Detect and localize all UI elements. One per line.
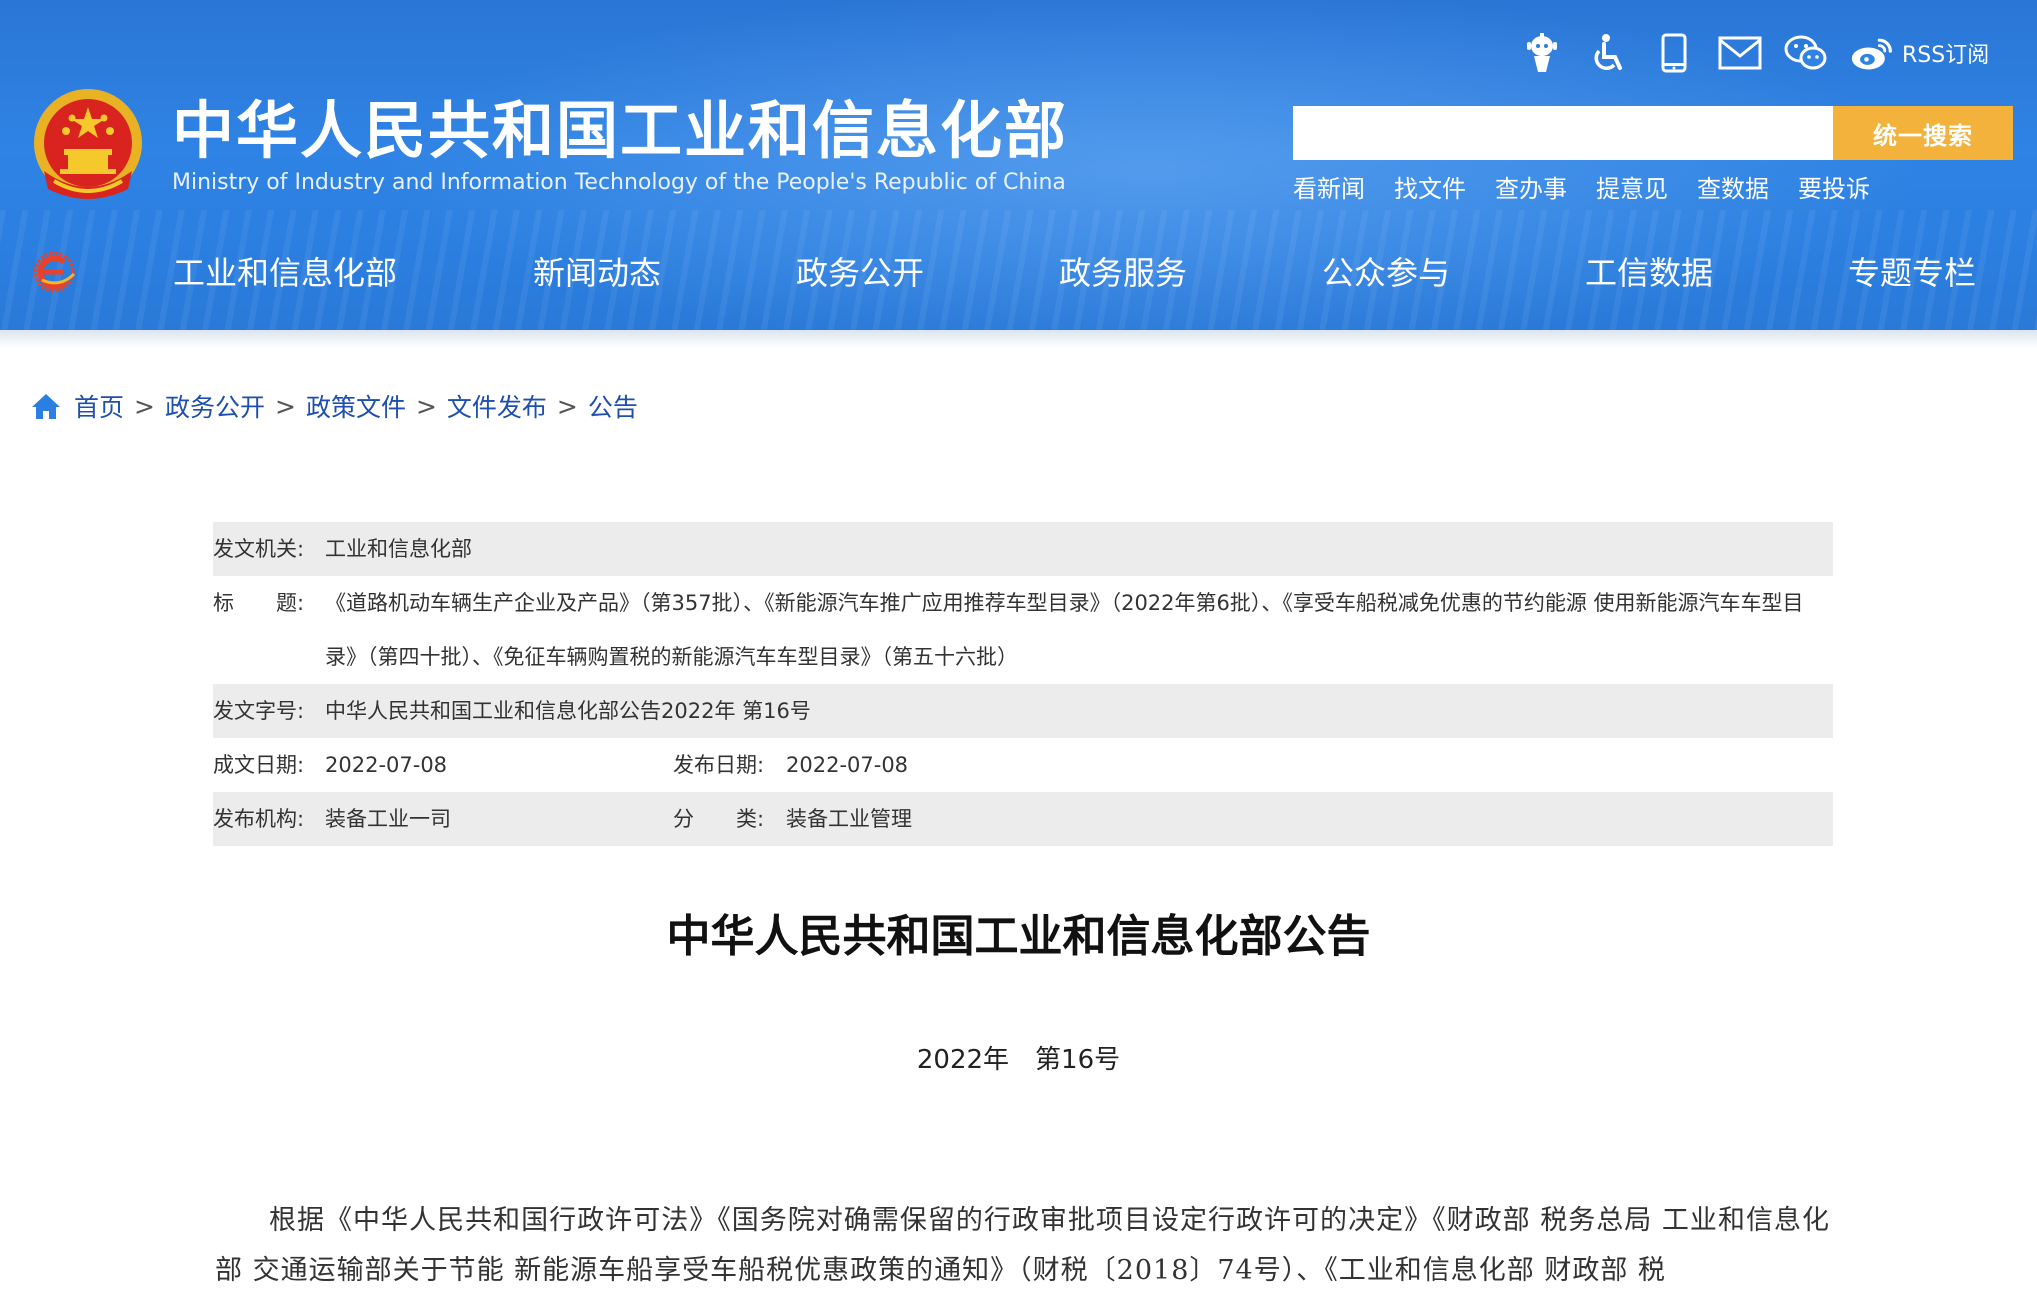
doc-number-value: 中华人民共和国工业和信息化部公告2022年 第16号: [325, 699, 811, 723]
meta-row-dates: 成文日期: 2022-07-08 发布日期: 2022-07-08: [213, 738, 1833, 792]
breadcrumb-gov-affairs[interactable]: 政务公开: [165, 388, 265, 424]
quick-link-data[interactable]: 查数据: [1697, 172, 1769, 206]
mobile-icon[interactable]: [1652, 31, 1696, 75]
quick-link-services[interactable]: 查办事: [1495, 172, 1567, 206]
title-value: 《道路机动车辆生产企业及产品》（第357批）、《新能源汽车推广应用推荐车型目录》…: [325, 591, 1804, 669]
home-icon[interactable]: [30, 391, 62, 421]
quick-link-news[interactable]: 看新闻: [1293, 172, 1365, 206]
published-date-value: 2022-07-08: [786, 753, 909, 777]
nav-gov-affairs[interactable]: 政务公开: [796, 245, 924, 301]
doc-number-label: 发文字号:: [213, 699, 305, 723]
org-value: 装备工业一司: [325, 807, 451, 831]
nav-miit[interactable]: 工业和信息化部: [173, 245, 397, 301]
utility-bar: RSS订阅: [1520, 30, 1989, 76]
meta-row-issuer: 发文机关: 工业和信息化部: [213, 522, 1833, 576]
document-title: 中华人民共和国工业和信息化部公告: [666, 911, 1371, 962]
meta-row-title: 标 题: 《道路机动车辆生产企业及产品》（第357批）、《新能源汽车推广应用推荐…: [213, 576, 1833, 684]
issuer-label: 发文机关:: [213, 537, 305, 561]
created-date-value: 2022-07-08: [325, 753, 448, 777]
nav-news[interactable]: 新闻动态: [533, 245, 661, 301]
document-number: 2022年 第16号: [916, 1045, 1121, 1075]
breadcrumb-file-release[interactable]: 文件发布: [447, 388, 547, 424]
nav-data[interactable]: 工信数据: [1585, 245, 1713, 301]
breadcrumb-separator: >: [274, 391, 296, 421]
breadcrumb-separator: >: [415, 391, 437, 421]
weibo-icon[interactable]: [1850, 31, 1894, 75]
site-header: 中华人民共和国工业和信息化部 Ministry of Industry and …: [0, 0, 2037, 330]
document-body: 根据《中华人民共和国行政许可法》《国务院对确需保留的行政审批项目设定行政许可的决…: [215, 1205, 1830, 1286]
issuer-value: 工业和信息化部: [325, 537, 472, 561]
created-date-label: 成文日期:: [213, 753, 305, 777]
meta-row-org: 发布机构: 装备工业一司 分 类: 装备工业管理: [213, 792, 1833, 846]
category-value: 装备工业管理: [786, 807, 912, 831]
quick-link-complaint[interactable]: 要投诉: [1798, 172, 1870, 206]
site-title: 中华人民共和国工业和信息化部: [172, 94, 1069, 167]
title-label: 标 题:: [213, 591, 305, 615]
accessibility-icon[interactable]: [1586, 31, 1630, 75]
published-date-label: 发布日期:: [673, 753, 765, 777]
quick-link-files[interactable]: 找文件: [1394, 172, 1466, 206]
org-label: 发布机构:: [213, 807, 305, 831]
breadcrumb-separator: >: [556, 391, 578, 421]
breadcrumb: 首页 > 政务公开 > 政策文件 > 文件发布 > 公告: [30, 386, 638, 426]
search-input[interactable]: [1293, 106, 1833, 160]
document-metadata: 发文机关: 工业和信息化部 标 题: 《道路机动车辆生产企业及产品》（第357批…: [213, 522, 1833, 846]
meta-row-doc-number: 发文字号: 中华人民共和国工业和信息化部公告2022年 第16号: [213, 684, 1833, 738]
nav-public-participation[interactable]: 公众参与: [1322, 245, 1450, 301]
main-nav: 工业和信息化部 新闻动态 政务公开 政务服务 公众参与 工信数据 专题专栏: [0, 245, 2037, 301]
breadcrumb-home[interactable]: 首页: [74, 388, 124, 424]
breadcrumb-announcement[interactable]: 公告: [588, 388, 638, 424]
national-emblem-icon[interactable]: [30, 85, 146, 207]
breadcrumb-separator: >: [134, 391, 155, 421]
breadcrumb-policy-files[interactable]: 政策文件: [306, 388, 406, 424]
nav-special-topics[interactable]: 专题专栏: [1848, 245, 1976, 301]
category-label: 分 类:: [673, 807, 765, 831]
unified-search-button[interactable]: 统一搜索: [1833, 106, 2013, 160]
site-subtitle: Ministry of Industry and Information Tec…: [172, 170, 1066, 195]
rss-link[interactable]: RSS订阅: [1902, 37, 1989, 69]
quick-links: 看新闻 找文件 查办事 提意见 查数据 要投诉: [1293, 172, 1899, 206]
quick-link-feedback[interactable]: 提意见: [1596, 172, 1668, 206]
mail-icon[interactable]: [1718, 31, 1762, 75]
wechat-icon[interactable]: [1784, 31, 1828, 75]
robot-icon[interactable]: [1520, 31, 1564, 75]
header-divider: [0, 330, 2037, 348]
nav-gov-services[interactable]: 政务服务: [1059, 245, 1187, 301]
